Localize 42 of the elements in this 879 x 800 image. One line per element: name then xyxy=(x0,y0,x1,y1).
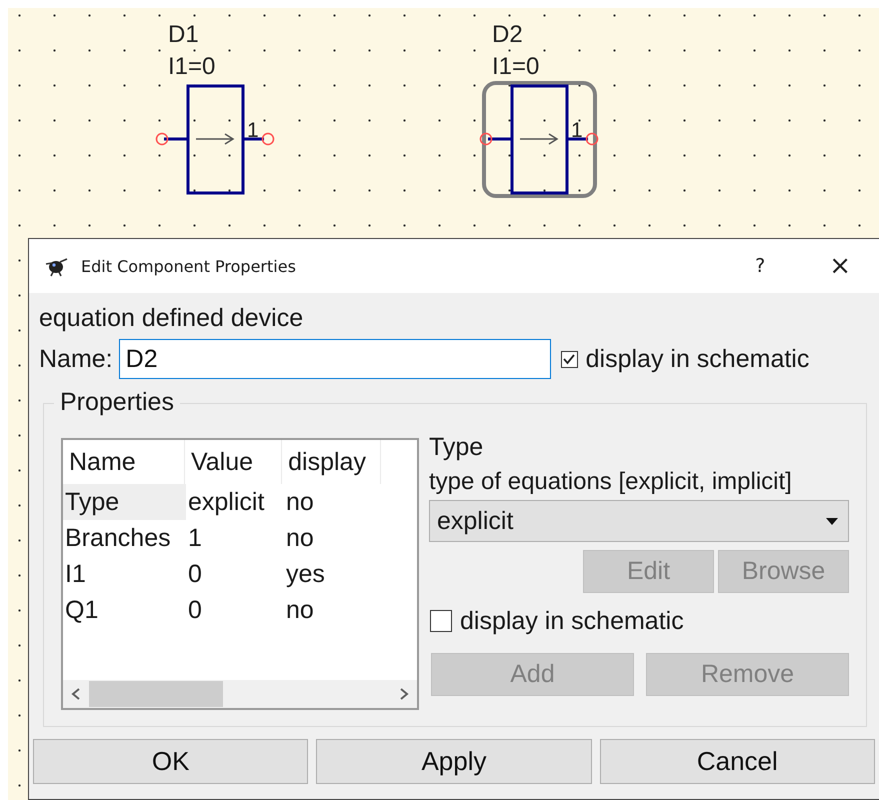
table-cell-text: 0 xyxy=(187,559,203,590)
table-cell[interactable]: I1 xyxy=(63,556,186,592)
table-cell[interactable]: Branches xyxy=(63,520,186,556)
property-name: Type xyxy=(429,432,484,462)
button[interactable]: OK xyxy=(33,739,308,784)
type-dropdown[interactable]: explicit xyxy=(429,500,849,542)
table-cell-text: no xyxy=(285,523,315,554)
checkbox-label: display in schematic xyxy=(460,606,684,636)
window-title: Edit Component Properties xyxy=(81,256,297,276)
name-field[interactable]: D2 xyxy=(118,339,551,379)
chevron-right-icon[interactable] xyxy=(399,688,409,700)
scrollbar-thumb[interactable] xyxy=(89,681,223,707)
component-label: I1=0 xyxy=(168,54,216,80)
component-name: D2 xyxy=(492,22,523,48)
component-name: D1 xyxy=(168,22,199,48)
checkbox[interactable] xyxy=(430,610,452,632)
column-header[interactable]: display xyxy=(282,440,382,484)
pin-label: 1 xyxy=(571,119,583,142)
table-cell-text: no xyxy=(285,595,315,626)
button[interactable]: Cancel xyxy=(600,739,875,784)
checkbox[interactable] xyxy=(560,350,578,368)
component-label: I1=0 xyxy=(492,54,540,80)
caret-icon xyxy=(826,518,838,524)
checkbox-label: display in schematic xyxy=(586,344,810,374)
table-cell[interactable]: Q1 xyxy=(63,592,186,628)
table-cell-text: 1 xyxy=(187,523,203,554)
table-cell-text: no xyxy=(285,487,315,518)
table-cell-text: explicit xyxy=(187,487,266,518)
pin-label: 1 xyxy=(247,119,259,142)
table-cell-text: 0 xyxy=(187,595,203,626)
property-description: type of equations [explicit, implicit] xyxy=(429,467,793,497)
column-header[interactable]: Value xyxy=(184,440,282,484)
help-button[interactable]: ? xyxy=(745,251,776,281)
chevron-left-icon[interactable] xyxy=(71,688,81,700)
table-cell[interactable]: Type xyxy=(63,484,186,520)
name-label: Name: xyxy=(39,344,113,374)
button[interactable]: Apply xyxy=(316,739,592,784)
horizontal-scrollbar[interactable] xyxy=(63,680,417,708)
table-cell-text: yes xyxy=(285,559,326,590)
device-symbol-drawing[interactable] xyxy=(156,84,274,194)
close-button[interactable]: × xyxy=(819,247,861,285)
component-description: equation defined device xyxy=(39,303,304,333)
